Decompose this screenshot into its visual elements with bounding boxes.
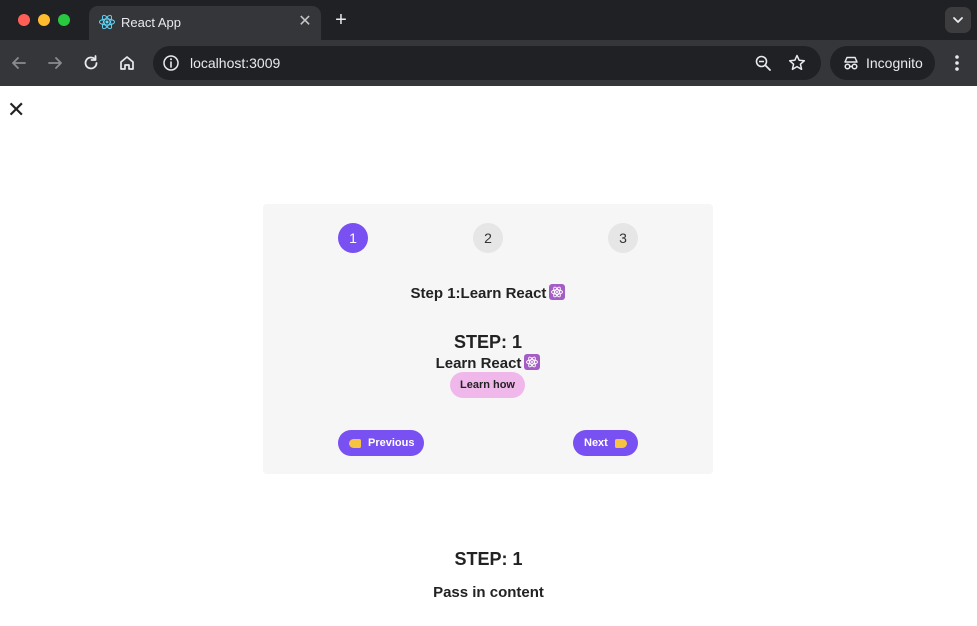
bottom-content-text: Pass in content xyxy=(433,584,544,601)
message-text: Learn React xyxy=(263,354,713,372)
react-logo-icon xyxy=(99,14,115,30)
previous-button-label: Previous xyxy=(368,437,415,449)
hand-pointing-right-icon xyxy=(615,439,627,448)
step-indicator-3: 3 xyxy=(608,223,638,253)
zoom-out-icon[interactable] xyxy=(754,54,772,72)
bookmark-star-icon[interactable] xyxy=(787,53,807,73)
atom-symbol-icon xyxy=(549,284,566,300)
bottom-step-label: STEP: 1 xyxy=(454,549,523,569)
incognito-indicator[interactable]: Incognito xyxy=(830,46,935,80)
window-zoom-button[interactable] xyxy=(58,14,70,26)
learn-how-button[interactable]: Learn how xyxy=(450,372,525,398)
browser-tab[interactable]: React App ✕ xyxy=(89,6,321,40)
next-button-label: Next xyxy=(584,437,608,449)
tab-search-button[interactable] xyxy=(945,7,971,33)
step-heading-text: Step 1:Learn React xyxy=(410,285,547,302)
step-indicator-1: 1 xyxy=(338,223,368,253)
step-indicator-2: 2 xyxy=(473,223,503,253)
incognito-label: Incognito xyxy=(866,55,923,71)
window-close-button[interactable] xyxy=(18,14,30,26)
previous-button[interactable]: Previous xyxy=(338,430,424,456)
tab-title: React App xyxy=(121,15,181,30)
back-arrow-icon[interactable] xyxy=(8,52,30,74)
forward-arrow-icon[interactable] xyxy=(44,52,66,74)
hand-pointing-left-icon xyxy=(349,439,361,448)
window-minimize-button[interactable] xyxy=(38,14,50,26)
steps-card: 1 2 3 Step 1:Learn React STEP: 1 Learn R… xyxy=(263,204,713,474)
step-heading: Step 1:Learn React xyxy=(263,284,713,302)
message-text-label: Learn React xyxy=(435,355,522,372)
new-tab-icon[interactable]: + xyxy=(330,9,352,31)
kebab-menu-icon[interactable] xyxy=(947,52,967,74)
browser-tab-bar: React App ✕ + xyxy=(0,0,977,40)
tab-close-icon[interactable]: ✕ xyxy=(295,12,315,32)
home-icon[interactable] xyxy=(116,52,138,74)
url-text[interactable]: localhost:3009 xyxy=(190,55,280,71)
reload-icon[interactable] xyxy=(80,52,102,74)
site-info-icon[interactable] xyxy=(162,54,180,72)
browser-toolbar: localhost:3009 Incognito xyxy=(0,40,977,86)
atom-symbol-icon xyxy=(524,354,541,370)
incognito-icon xyxy=(844,56,858,70)
next-button[interactable]: Next xyxy=(573,430,638,456)
close-steps-button[interactable]: ✕ xyxy=(7,99,25,121)
message-step-label: STEP: 1 xyxy=(453,332,523,352)
chevron-down-icon xyxy=(953,17,963,23)
address-bar[interactable]: localhost:3009 xyxy=(153,46,821,80)
